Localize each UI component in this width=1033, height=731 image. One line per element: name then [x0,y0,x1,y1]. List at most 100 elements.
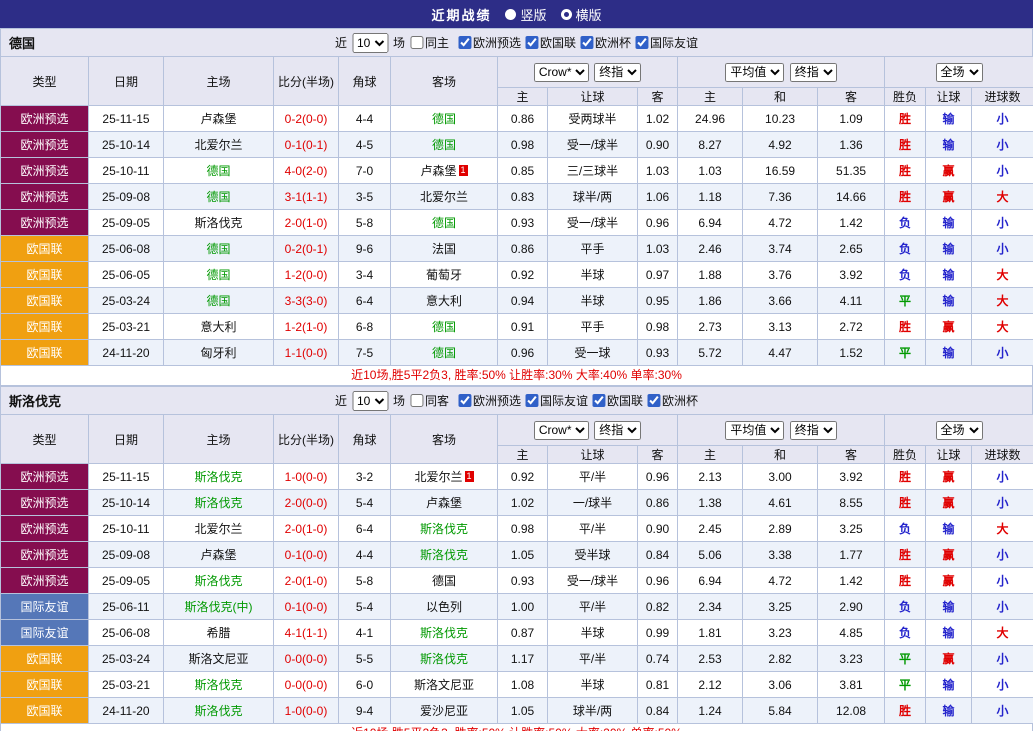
handicap-result-cell: 输 [926,236,972,262]
final-index-select[interactable]: 终指 [790,63,837,82]
odds-home-cell: 0.96 [498,340,548,366]
summary-line: 近10场,胜5平2负3, 胜率:50% 让胜率:30% 大率:40% 单率:30… [0,366,1033,386]
odds-away-cell: 0.96 [638,210,678,236]
league-filter-checkbox[interactable] [525,36,538,49]
match-type-badge: 欧洲预选 [1,184,89,210]
odds-away-cell: 0.74 [638,646,678,672]
league-filter[interactable]: 欧国联 [592,392,643,409]
radio-icon[interactable] [561,9,572,20]
league-filters: 欧洲预选 欧国联 欧洲杯国际友谊 [458,34,698,51]
layout-option-vertical[interactable]: 竖版 [505,5,546,24]
handicap-result-cell: 输 [926,340,972,366]
odds-home-cell: 0.92 [498,262,548,288]
team-name-text: 德国 [432,574,456,588]
result-cell: 负 [885,236,926,262]
league-filter-checkbox[interactable] [458,36,471,49]
team-name-text: 斯洛伐克 [420,626,468,640]
goals-result-cell: 小 [972,568,1033,594]
score-cell: 4-0(2-0) [274,158,339,184]
team-name-text: 北爱尔兰 [194,138,242,152]
league-filter-label: 欧洲杯 [595,34,631,51]
score-cell: 2-0(1-0) [274,210,339,236]
corner-cell: 3-2 [339,464,391,490]
avg-home-odds-cell: 1.18 [678,184,743,210]
league-filter-checkbox[interactable] [647,394,660,407]
recent-count-select[interactable]: 10 [352,391,388,411]
match-date-cell: 25-06-08 [89,620,164,646]
corner-cell: 4-5 [339,132,391,158]
radio-icon[interactable] [505,9,516,20]
handicap-cell: 受一/球半 [548,568,638,594]
average-odds-select[interactable]: 平均值 [725,63,784,82]
avg-away-odds-cell: 8.55 [818,490,885,516]
avg-away-odds-cell: 1.36 [818,132,885,158]
handicap-cell: 平/半 [548,464,638,490]
result-cell: 胜 [885,106,926,132]
bookmaker-select[interactable]: Crow* [534,421,589,440]
odds-home-cell: 0.94 [498,288,548,314]
league-filter-checkbox[interactable] [592,394,605,407]
recent-count-select[interactable]: 10 [352,33,388,53]
team-name-text: 希腊 [206,626,230,640]
avg-home-odds-cell: 5.72 [678,340,743,366]
league-filter[interactable]: 欧洲杯 [647,392,698,409]
match-date-cell: 25-03-21 [89,314,164,340]
match-row: 欧洲预选25-10-14斯洛伐克2-0(0-0)5-4卢森堡1.02一/球半0.… [1,490,1033,516]
team-name-text: 斯洛伐克 [194,470,242,484]
league-filter[interactable]: 欧洲预选 [458,392,521,409]
team-name-text: 德国 [432,216,456,230]
match-date-cell: 25-10-11 [89,516,164,542]
league-filters: 欧洲预选国际友谊欧国联 欧洲杯 [458,392,698,409]
away-team-cell: 德国 [391,106,498,132]
matches-table: 类型 日期 主场 比分(半场) 角球 客场 Crow* 终指 平均值 终指 [0,414,1033,724]
match-type-badge: 欧国联 [1,646,89,672]
team-name-text: 斯洛文尼亚 [188,652,248,666]
league-filter-checkbox[interactable] [635,36,648,49]
average-odds-select[interactable]: 平均值 [725,421,784,440]
final-index-select[interactable]: 终指 [594,63,641,82]
handicap-cell: 三/三球半 [548,158,638,184]
corner-cell: 5-8 [339,210,391,236]
final-index-select[interactable]: 终指 [594,421,641,440]
match-type-badge: 欧洲预选 [1,210,89,236]
full-match-select[interactable]: 全场 [936,421,983,440]
match-type-badge: 欧国联 [1,262,89,288]
handicap-result-cell: 输 [926,516,972,542]
score-cell: 0-2(0-1) [274,236,339,262]
away-team-cell: 爱沙尼亚 [391,698,498,724]
league-filter[interactable]: 国际友谊 [635,34,698,51]
avg-draw-odds-cell: 3.66 [743,288,818,314]
handicap-result-cell: 输 [926,106,972,132]
final-index-select[interactable]: 终指 [790,421,837,440]
league-filter[interactable]: 国际友谊 [525,392,588,409]
goals-result-cell: 小 [972,106,1033,132]
same-venue-filter[interactable]: 同主 [410,34,449,51]
same-venue-checkbox[interactable] [410,36,423,49]
col-header-result: 胜负 [885,446,926,464]
avg-home-odds-cell: 6.94 [678,568,743,594]
away-team-cell: 德国 [391,568,498,594]
league-filter[interactable]: 欧洲杯 [580,34,631,51]
odds-home-cell: 1.00 [498,594,548,620]
league-filter-checkbox[interactable] [580,36,593,49]
goals-result-cell: 小 [972,158,1033,184]
league-filter-checkbox[interactable] [458,394,471,407]
league-filter-label: 欧洲杯 [662,392,698,409]
team-name-text: 斯洛伐克 [420,522,468,536]
avg-away-odds-cell: 1.09 [818,106,885,132]
full-match-select[interactable]: 全场 [936,63,983,82]
team-name-text: 意大利 [426,294,462,308]
col-header-result-handicap: 让球 [926,446,972,464]
league-filter-label: 欧国联 [540,34,576,51]
league-filter-checkbox[interactable] [525,394,538,407]
odds-home-cell: 0.98 [498,516,548,542]
layout-option-horizontal[interactable]: 横版 [561,5,602,24]
same-venue-checkbox[interactable] [410,394,423,407]
league-filter[interactable]: 欧洲预选 [458,34,521,51]
bookmaker-select[interactable]: Crow* [534,63,589,82]
avg-draw-odds-cell: 4.47 [743,340,818,366]
league-filter[interactable]: 欧国联 [525,34,576,51]
avg-draw-odds-cell: 2.89 [743,516,818,542]
same-venue-filter[interactable]: 同客 [410,392,449,409]
avg-draw-odds-cell: 5.84 [743,698,818,724]
